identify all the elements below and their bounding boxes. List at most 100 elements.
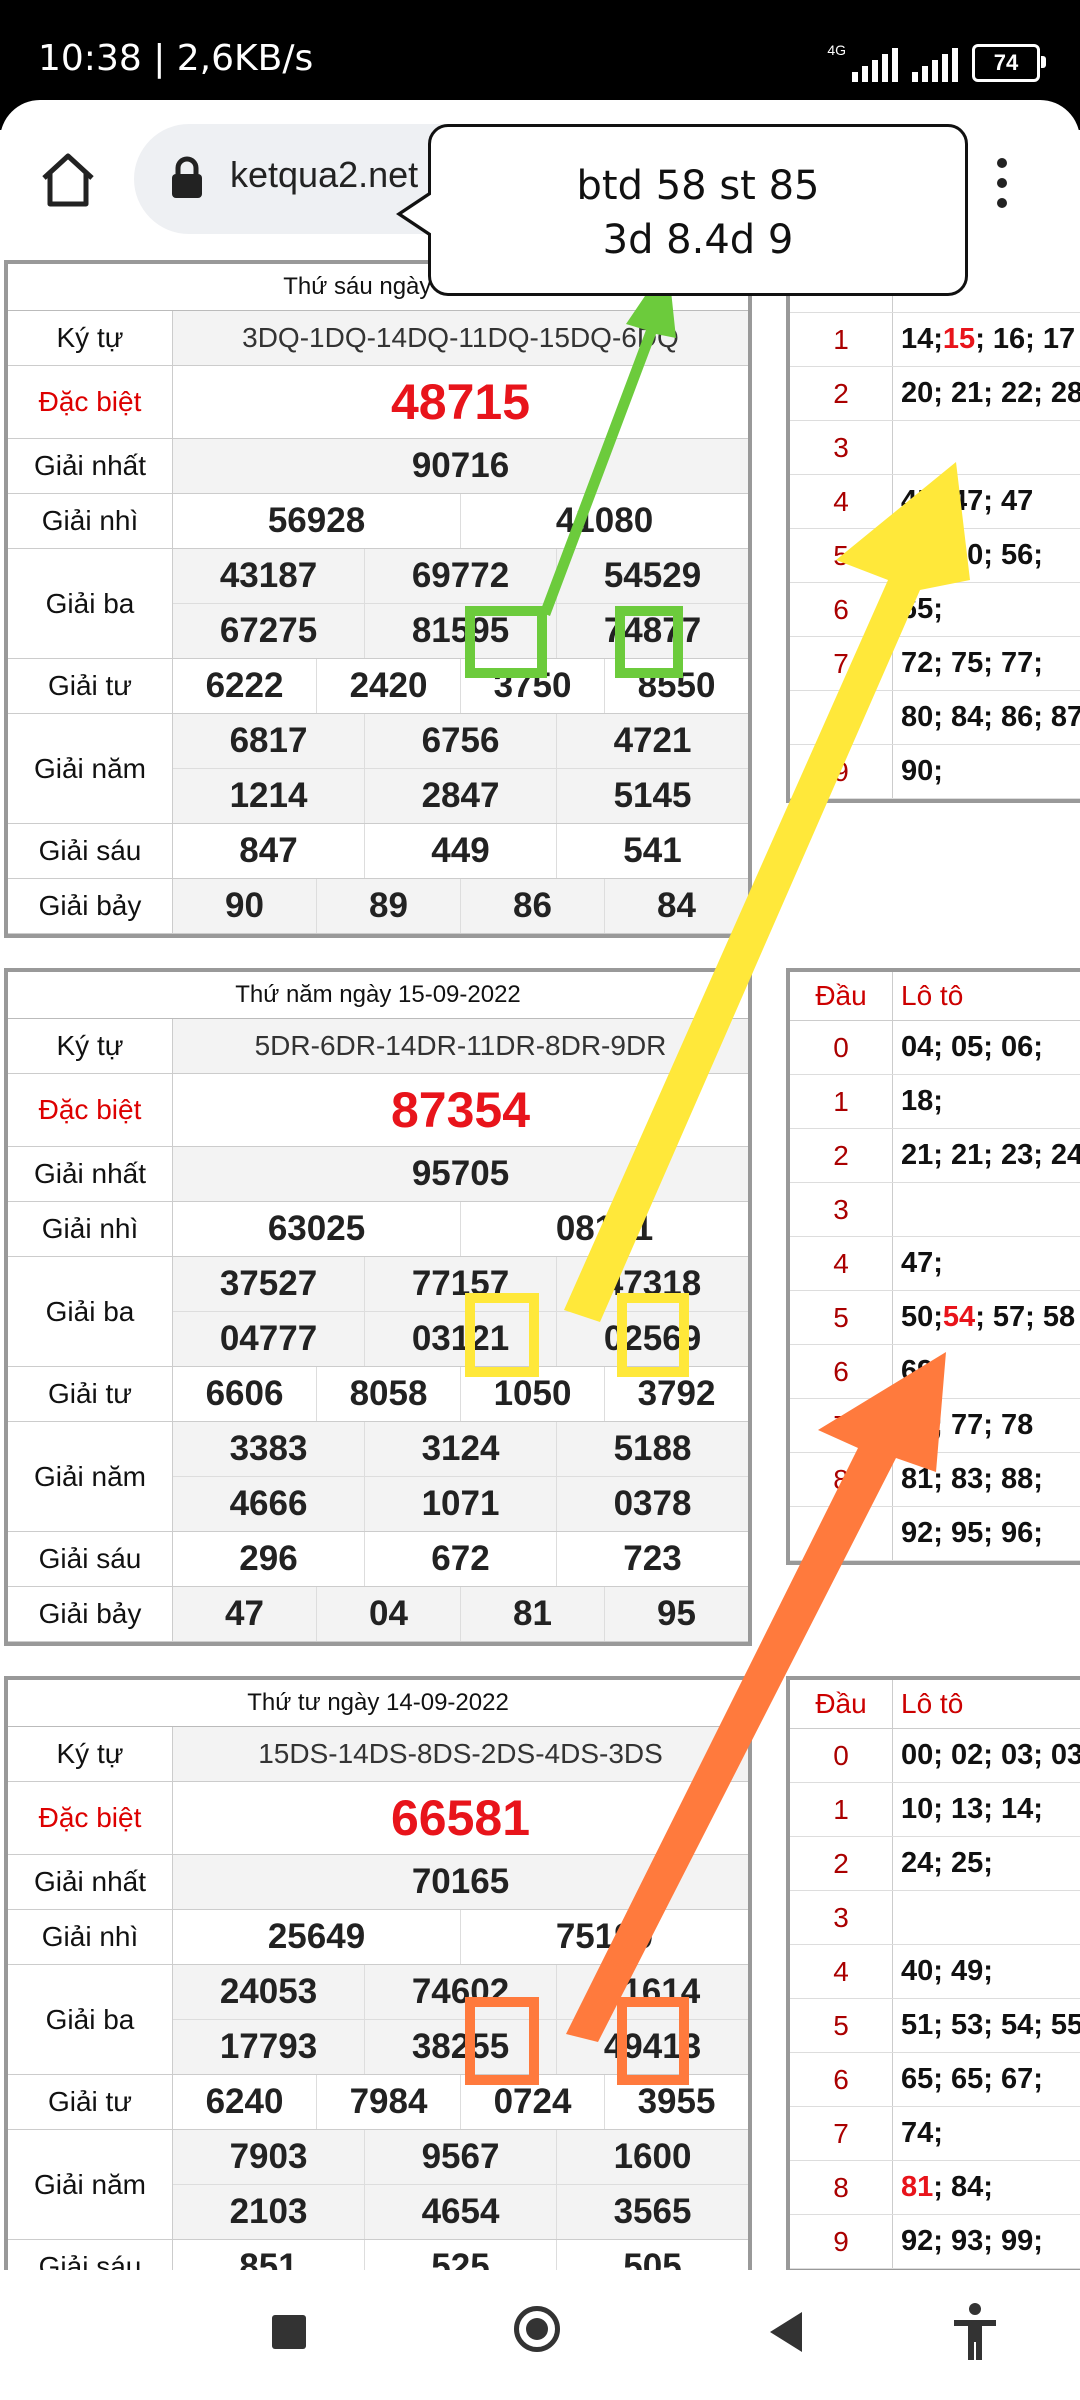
result-row: Giải tư 6606 8058 1050 3792 [8,1367,748,1422]
loto-values: 69; [893,1345,943,1398]
loto-row: 0 00; 02; 03; 03 [790,1729,1080,1783]
prize-number: 90 [225,886,264,925]
result-row: Giải nhất 95705 [8,1147,748,1202]
home-button-icon[interactable] [514,2306,560,2352]
back-icon[interactable] [770,2312,802,2352]
loto-value-text: ; 57; 58 [975,1301,1076,1333]
prize-number: 75190 [460,1910,748,1964]
loto-head-digit: 4 [790,475,893,528]
loto-values: 65; 65; 67; [893,2053,1043,2106]
result-row: Đặc biệt 66581 [8,1782,748,1855]
prize-number: 03121 [364,1312,556,1366]
recent-apps-icon[interactable] [272,2315,306,2349]
loto-values [893,421,901,474]
loto-values: 20; 21; 22; 28 [893,367,1080,420]
prize-number: 3792 [604,1367,748,1421]
prize-label: Giải nhì [8,1910,173,1964]
loto-header-loto: Lô tô [901,1688,964,1719]
prize-number: 81 [460,1587,604,1641]
loto-row: 1 10; 13; 14; [790,1783,1080,1837]
loto-values: 72; 77; 78 [893,1399,1033,1452]
result-row: Giải tư 6222 2420 3750 8550 [8,659,748,714]
overflow-menu-icon[interactable] [990,152,1014,212]
loto-row: 6 65; 65; 67; [790,2053,1080,2107]
prize-number: 17793 [219,2027,318,2066]
prize-number: 74877 [556,604,748,658]
url-text: ketqua2.net [230,154,419,195]
loto-value-text: 04; 05; 06; [901,1031,1043,1063]
result-row: Ký tự 3DQ-1DQ-14DQ-11DQ-15DQ-6DQ [8,311,748,366]
prize-number: 296 [239,1539,298,1578]
result-table: Thứ tư ngày 14-09-2022 Ký tự 15DS-14DS-8DS… [4,1676,752,2270]
loto-highlight-value: 54 [942,1301,976,1333]
loto-values: 04; 05; 06; [893,1021,1043,1074]
prize-number: 1214 [229,776,308,815]
loto-value-text: 00; 02; 03; 03 [901,1739,1080,1771]
prize-number: 04 [316,1587,460,1641]
prize-number: 6240 [205,2082,284,2121]
loto-row: 5 51; 53; 54; 55 [790,1999,1080,2053]
prize-number: 0724 [460,2075,604,2129]
loto-row: 9 90; [790,745,1080,799]
loto-table: ĐầuLô tô0114; 15; 16; 17220; 21; 22; 283… [786,260,1080,803]
loto-head-digit: 8 [790,2161,893,2214]
loto-value-text: 24; 25; [901,1847,993,1879]
prize-number: 3383 [229,1429,308,1468]
loto-head-digit: 8 [790,1453,893,1506]
loto-values: 51; 53; 54; 55 [893,1999,1080,2052]
loto-head-digit: 6 [790,2053,893,2106]
prize-number: 5188 [556,1422,748,1476]
loto-value-text: ; 16; 17 [975,323,1076,355]
prize-number: 04777 [219,1319,318,1358]
result-row: Giải nhì 56928 41080 [8,494,748,549]
loto-row: 8 80; 84; 86; 87 [790,691,1080,745]
loto-values: 21; 21; 23; 24 [893,1129,1080,1182]
loto-head-digit: 1 [790,313,893,366]
loto-value-text: 69; [901,1355,943,1387]
loto-row: 5 50; 54; 57; 58 [790,1291,1080,1345]
loto-head-digit: 7 [790,1399,893,1452]
prize-label: Giải nhất [8,1855,173,1909]
loto-values: 72; 75; 77; [893,637,1043,690]
home-icon[interactable] [38,152,98,208]
prize-number: 95 [604,1587,748,1641]
result-row: Giải nhất 90716 [8,439,748,494]
result-row: Đặc biệt 48715 [8,366,748,439]
prize-label: Giải nhì [8,494,173,548]
loto-value-text: 81; 83; 88; [901,1463,1043,1495]
prize-number: 77157 [364,1257,556,1311]
loto-head-digit: 3 [790,421,893,474]
loto-values: 18; [893,1075,943,1128]
prize-number: 449 [364,824,556,878]
prize-number: 74602 [364,1965,556,2019]
result-table: Thứ năm ngày 15-09-2022 Ký tự 5DR-6DR-14DR… [4,968,752,1646]
loto-row: 7 72; 77; 78 [790,1399,1080,1453]
result-row: Giải bảy 47 04 81 95 [8,1587,748,1642]
loto-head-digit: 4 [790,1237,893,1290]
prize-number: 851 [239,2247,298,2270]
loto-values: 81; 83; 88; [893,1453,1043,1506]
special-prize-number: 66581 [390,1790,531,1846]
loto-values: 50; 50; 56; [893,529,1043,582]
prize-number: 8058 [316,1367,460,1421]
loto-row: 2 21; 21; 23; 24 [790,1129,1080,1183]
loto-values: 80; 84; 86; 87 [893,691,1080,744]
loto-row: 3 [790,421,1080,475]
tooltip-line-1: btd 58 st 85 [576,163,820,209]
loto-header-dau: Đầu [790,1680,893,1728]
prize-number: 86 [460,879,604,933]
result-row: Giải năm 6817 6756 4721 1214 2847 5145 [8,714,748,824]
accessibility-icon[interactable] [950,2302,1000,2362]
prize-label: Ký tự [8,1727,173,1781]
prize-number: 7984 [316,2075,460,2129]
loto-value-text: 50; 50; 56; [901,539,1043,571]
prize-number: 1071 [364,1477,556,1531]
prize-label: Giải tư [8,659,173,713]
prize-number: 541 [556,824,748,878]
result-row: Đặc biệt 87354 [8,1074,748,1147]
prize-label: Đặc biệt [8,366,173,438]
loto-values: 45; 47; 47 [893,475,1033,528]
prize-number: 505 [556,2240,748,2270]
result-row: Giải nhất 70165 [8,1855,748,1910]
annotation-tooltip: btd 58 st 85 3d 8.4d 9 [428,124,968,296]
